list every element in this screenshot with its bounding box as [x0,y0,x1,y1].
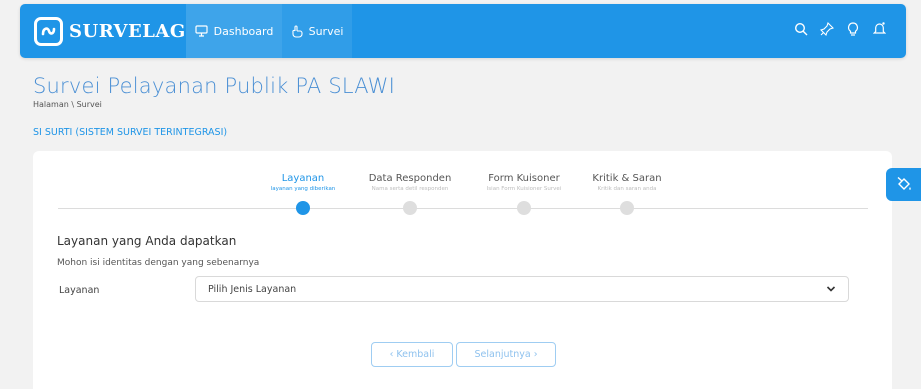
theme-customizer-button[interactable] [886,168,921,201]
section-label: SI SURTI (SISTEM SURVEI TERINTEGRASI) [33,127,228,138]
brand-logo[interactable]: SURVELAG [34,16,186,46]
step-dot-data-responden[interactable] [403,201,417,215]
step-dot-form-kuisoner[interactable] [517,201,531,215]
layanan-select-value: Pilih Jenis Layanan [208,283,297,295]
step-subtitle: layanan yang diberikan [270,186,336,192]
page-title: Survei Pelayanan Publik PA SLAWI [33,74,396,98]
step-title: Layanan [281,173,325,184]
step-title: Data Responden [368,173,452,184]
step-title: Kritik & Saran [592,173,662,184]
search-icon[interactable] [794,20,808,38]
chevron-down-icon [826,286,836,292]
step-title: Form Kuisoner [488,173,560,184]
layanan-select[interactable]: Pilih Jenis Layanan [195,276,849,302]
nav-survei[interactable]: Survei [282,4,352,58]
nav-survei-label: Survei [308,24,344,38]
hand-pointer-icon [291,24,303,38]
step-form-kuisoner[interactable]: Form Kuisoner Isian Form Kuisioner Surve… [464,173,584,192]
step-subtitle: Kritik dan saran anda [597,186,657,192]
nav-dashboard-label: Dashboard [213,24,274,38]
paint-bucket-icon [897,176,911,190]
logo-icon [34,16,63,46]
top-navbar: SURVELAG Dashboard Survei [20,4,906,58]
step-subtitle: Nama serta detil responden [371,186,449,192]
next-button[interactable]: Selanjutnya › [456,342,556,367]
step-kritik-saran[interactable]: Kritik & Saran Kritik dan saran anda [567,173,687,192]
step-dot-layanan[interactable] [296,201,310,215]
navbar-actions [794,20,886,38]
steps-progress-line [58,208,868,209]
back-button[interactable]: ‹ Kembali [371,342,453,367]
step-data-responden[interactable]: Data Responden Nama serta detil responde… [350,173,470,192]
bulb-icon[interactable] [846,20,860,38]
bell-icon[interactable] [872,20,886,38]
monitor-icon [195,25,208,37]
layanan-field-label: Layanan [59,285,100,296]
pin-icon[interactable] [820,20,834,38]
survey-card: Layanan layanan yang diberikan Data Resp… [33,151,892,389]
nav-dashboard[interactable]: Dashboard [186,4,282,58]
step-dot-kritik-saran[interactable] [620,201,634,215]
step-layanan[interactable]: Layanan layanan yang diberikan [243,173,363,192]
breadcrumb: Halaman \ Survei [33,100,102,109]
form-heading: Layanan yang Anda dapatkan [57,234,237,248]
step-subtitle: Isian Form Kuisioner Survei [486,186,562,192]
form-note: Mohon isi identitas dengan yang sebenarn… [57,258,260,268]
brand-name: SURVELAG [69,20,186,42]
